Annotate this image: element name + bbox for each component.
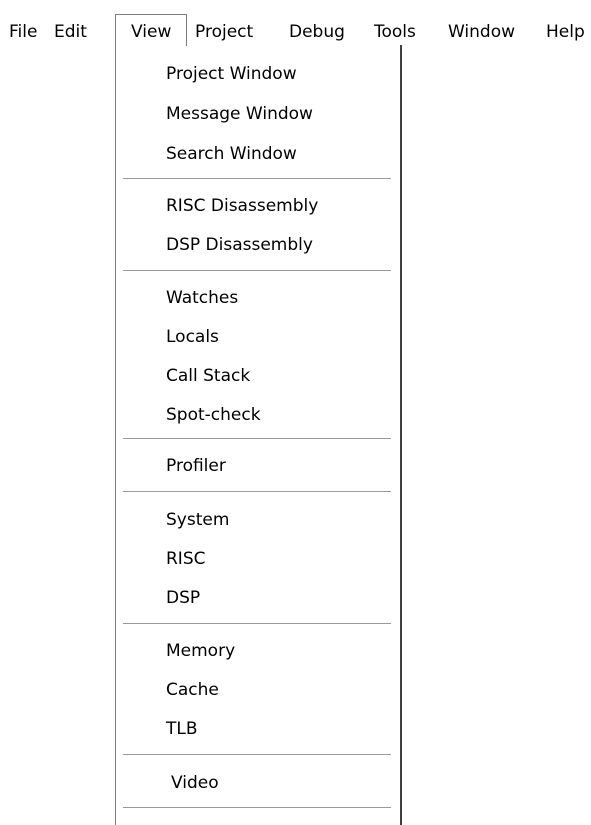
menu-item-locals[interactable]: Locals <box>116 322 400 352</box>
menu-item-system[interactable]: System <box>116 505 400 535</box>
menu-item-search-window[interactable]: Search Window <box>116 139 400 169</box>
menu-item-dsp-disassembly[interactable]: DSP Disassembly <box>116 230 400 260</box>
menu-help[interactable]: Help <box>546 0 585 46</box>
menu-separator <box>123 807 391 809</box>
menu-separator <box>123 623 391 625</box>
menu-item-tlb[interactable]: TLB <box>116 714 400 744</box>
menu-item-profiler[interactable]: Profiler <box>116 451 400 481</box>
menu-item-risc[interactable]: RISC <box>116 544 400 574</box>
menu-item-memory[interactable]: Memory <box>116 636 400 666</box>
menu-separator <box>123 491 391 493</box>
menu-separator <box>123 178 391 180</box>
view-dropdown-menu: Project Window Message Window Search Win… <box>115 45 402 825</box>
menu-separator <box>123 754 391 756</box>
menu-bar: File Edit View Project Debug Tools Windo… <box>0 0 591 46</box>
menu-window[interactable]: Window <box>448 0 515 46</box>
menu-project[interactable]: Project <box>195 0 253 46</box>
menu-file[interactable]: File <box>9 0 37 46</box>
menu-item-cache[interactable]: Cache <box>116 675 400 705</box>
menu-separator <box>123 270 391 272</box>
menu-tools[interactable]: Tools <box>374 0 416 46</box>
menu-item-call-stack[interactable]: Call Stack <box>116 361 400 391</box>
menu-item-dsp[interactable]: DSP <box>116 583 400 613</box>
menu-item-watches[interactable]: Watches <box>116 283 400 313</box>
menu-separator <box>123 438 391 440</box>
menu-item-spot-check[interactable]: Spot-check <box>116 400 400 430</box>
menu-item-video[interactable]: Video <box>116 768 400 798</box>
menu-item-message-window[interactable]: Message Window <box>116 99 400 129</box>
menu-view[interactable]: View <box>115 14 187 46</box>
menu-debug[interactable]: Debug <box>289 0 345 46</box>
menu-item-risc-disassembly[interactable]: RISC Disassembly <box>116 191 400 221</box>
menu-edit[interactable]: Edit <box>54 0 87 46</box>
menu-item-project-window[interactable]: Project Window <box>116 59 400 89</box>
